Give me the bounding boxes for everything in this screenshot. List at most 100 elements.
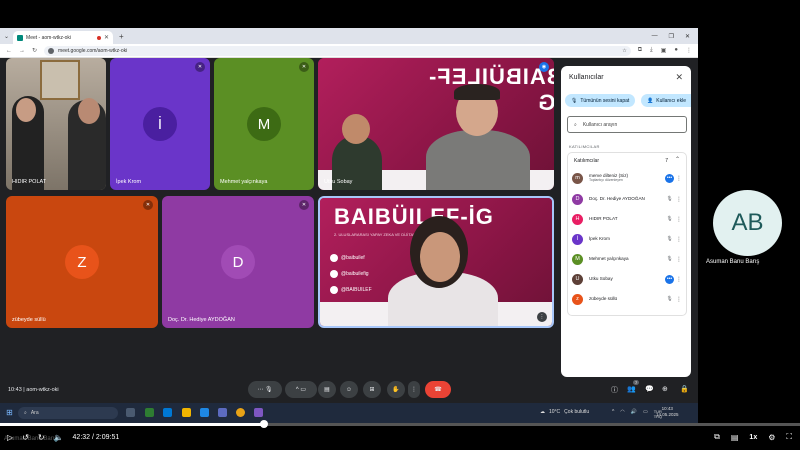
weather-widget[interactable]: ☁ 10°C Çok bulutlu [540, 409, 589, 415]
tile-menu-icon[interactable]: ⋮ [537, 312, 547, 322]
group-count: 7 [665, 158, 668, 164]
poster-subtitle: 2. ULUSLARARASI YAPAY ZEKA VE DİJİTAL [334, 232, 416, 237]
captions-icon[interactable]: ▤ [731, 433, 739, 442]
reload-icon[interactable]: ↻ [32, 47, 37, 54]
more-options-button[interactable]: ⋮ [408, 381, 420, 398]
participant-row[interactable]: M Mehmet yalçınkaya 🎙 ⋮ [572, 250, 684, 268]
more-options-icon[interactable]: ⋮ [674, 296, 684, 303]
mute-all-button[interactable]: 🎙 Tümünün sesini kapat [565, 94, 636, 107]
reactions-button[interactable]: ☺ [340, 381, 358, 398]
chevron-up-icon[interactable]: ^ [612, 409, 614, 419]
host-controls-icon[interactable]: 🔒 [680, 385, 689, 393]
video-tile-self[interactable]: BAIBÜILEF-İG 2. ULUSLARARASI YAPAY ZEKA … [318, 196, 554, 328]
more-options-icon[interactable]: ⋮ [674, 276, 684, 283]
settings-gear-icon[interactable]: ⚙ [768, 433, 775, 442]
fullscreen-icon[interactable]: ⛶ [786, 432, 792, 442]
chevron-up-icon[interactable]: ⌃ [675, 156, 680, 163]
mic-off-icon: 🎙 [666, 236, 673, 242]
back-icon[interactable]: ← [6, 48, 12, 54]
participant-hair [454, 84, 500, 100]
site-info-icon[interactable] [48, 47, 55, 54]
address-bar: ← → ↻ meet.google.com/aom-wtkz-oki ☆ ⧉ ⤓… [0, 44, 698, 58]
poster-handle: @baibuilefig [330, 270, 369, 278]
edge-icon[interactable] [163, 408, 172, 417]
playback-speed[interactable]: 1x [749, 434, 757, 441]
system-tray[interactable]: ^ ◠ 🔊 ▭ TUR TRQ [612, 409, 662, 419]
mail-icon[interactable] [218, 408, 227, 417]
video-tile-ipek-krom[interactable]: ✕ İ İpek Krom [110, 58, 210, 190]
menu-icon[interactable]: ⋮ [686, 47, 692, 54]
mic-off-icon: 🎙 [666, 216, 673, 222]
mic-icon: 🎙 [265, 387, 273, 393]
user-name: Asuman Banu Barış [706, 259, 760, 265]
forward-icon[interactable]: → [19, 48, 25, 54]
close-panel-icon[interactable]: ✕ [675, 72, 683, 83]
task-view-icon[interactable] [126, 408, 135, 417]
taskbar-search[interactable]: ⌕ Ara [18, 407, 118, 419]
url-input[interactable]: meet.google.com/aom-wtkz-oki ☆ [44, 45, 631, 56]
volume-icon[interactable]: 🔊 [631, 409, 637, 419]
bookmark-star-icon[interactable]: ☆ [622, 48, 626, 54]
video-tile-hidir-polat[interactable]: HIDIR POLAT [6, 58, 106, 190]
people-icon[interactable]: 👥 [627, 385, 636, 393]
people-panel: Kullanıcılar ✕ 🎙 Tümünün sesini kapat 👤 … [561, 66, 691, 377]
battery-icon[interactable]: ▭ [643, 409, 648, 419]
more-options-icon[interactable]: ⋮ [674, 216, 684, 223]
seek-handle[interactable] [260, 420, 268, 428]
new-tab-button[interactable]: + [119, 32, 124, 41]
store-icon[interactable] [200, 408, 209, 417]
wifi-icon[interactable]: ◠ [620, 409, 624, 419]
downloads-icon[interactable]: ⤓ [650, 47, 653, 54]
video-tile-zubeyde[interactable]: ✕ Z zübeyde süllü [6, 196, 158, 328]
add-user-label: Kullanıcı ekle [656, 97, 686, 104]
minimize-icon[interactable]: — [652, 33, 658, 40]
participant-head [78, 98, 100, 124]
participant-row[interactable]: U Utku Sobay ••• ⋮ [572, 270, 684, 288]
avatar: D [572, 193, 583, 205]
add-user-button[interactable]: 👤 Kullanıcı ekle [641, 94, 691, 107]
chrome-icon[interactable] [236, 408, 245, 417]
seek-bar[interactable] [0, 420, 800, 428]
windows-start-icon[interactable]: ⊞ [6, 408, 13, 417]
tab-list-icon[interactable]: ⌄ [4, 33, 9, 40]
copilot-icon[interactable] [145, 408, 154, 417]
mic-toggle-button[interactable]: ⋯ 🎙 [248, 381, 282, 398]
present-button[interactable]: ⊞ [363, 381, 381, 398]
more-options-icon[interactable]: ⋮ [674, 175, 684, 182]
teams-icon[interactable] [254, 408, 263, 417]
participant-row[interactable]: m merve dilteniz (Siz) Toplantıyı düzenl… [572, 169, 684, 187]
close-window-icon[interactable]: ✕ [685, 33, 690, 40]
leave-call-button[interactable]: ☎ [425, 381, 451, 398]
more-options-icon[interactable]: ⋮ [674, 256, 684, 263]
more-options-icon[interactable]: ⋮ [674, 236, 684, 243]
file-explorer-icon[interactable] [182, 408, 191, 417]
activities-icon[interactable]: ⊕ [662, 385, 668, 393]
video-tile-hediye[interactable]: ✕ D Doç. Dr. Hediye AYDOĞAN [162, 196, 314, 328]
profile-icon[interactable]: ● [674, 47, 678, 54]
extensions-icon[interactable]: ⧉ [638, 47, 642, 54]
split-view-icon[interactable]: ▣ [661, 47, 667, 54]
video-tile-utku-sobay[interactable]: BAIBÜILEF-İG ◉ Utku Sobay [318, 58, 554, 190]
cast-icon[interactable]: ⧉ [714, 432, 720, 442]
restore-icon[interactable]: ❐ [669, 33, 674, 40]
url-text: meet.google.com/aom-wtkz-oki [58, 47, 128, 54]
meeting-info-icon[interactable]: ⓘ [611, 385, 618, 395]
more-options-icon[interactable]: ⋮ [674, 196, 684, 203]
tile-name: Utku Sobay [324, 179, 353, 185]
search-input[interactable]: ⌕ Kullanıcı arayın [567, 116, 687, 133]
participant-name: Doç. Dr. Hediye AYDOĞAN [589, 196, 645, 202]
participant-row[interactable]: z zübeyde süllü 🎙 ⋮ [572, 290, 684, 308]
captions-button[interactable]: ▤ [318, 381, 336, 398]
chat-icon[interactable]: 💬 [645, 385, 654, 393]
video-tile-mehmet[interactable]: ✕ M Mehmet yalçınkaya [214, 58, 314, 190]
participant-row[interactable]: D Doç. Dr. Hediye AYDOĞAN 🎙 ⋮ [572, 190, 684, 208]
raise-hand-button[interactable]: ✋ [387, 381, 405, 398]
participant-row[interactable]: H HIDIR POLAT 🎙 ⋮ [572, 210, 684, 228]
tab-meet[interactable]: Meet - aom-wtkz-oki ✕ [13, 31, 114, 44]
camera-toggle-button[interactable]: ^ ▭ [285, 381, 317, 398]
close-tab-icon[interactable]: ✕ [104, 34, 109, 41]
participant-name-block: merve dilteniz (Siz) Toplantıyı düzenley… [589, 173, 665, 184]
taskbar-clock[interactable]: 10:43 14.05.2025 [656, 406, 679, 418]
search-icon: ⌕ [24, 410, 27, 416]
participant-row[interactable]: İ İpek Krom 🎙 ⋮ [572, 230, 684, 248]
